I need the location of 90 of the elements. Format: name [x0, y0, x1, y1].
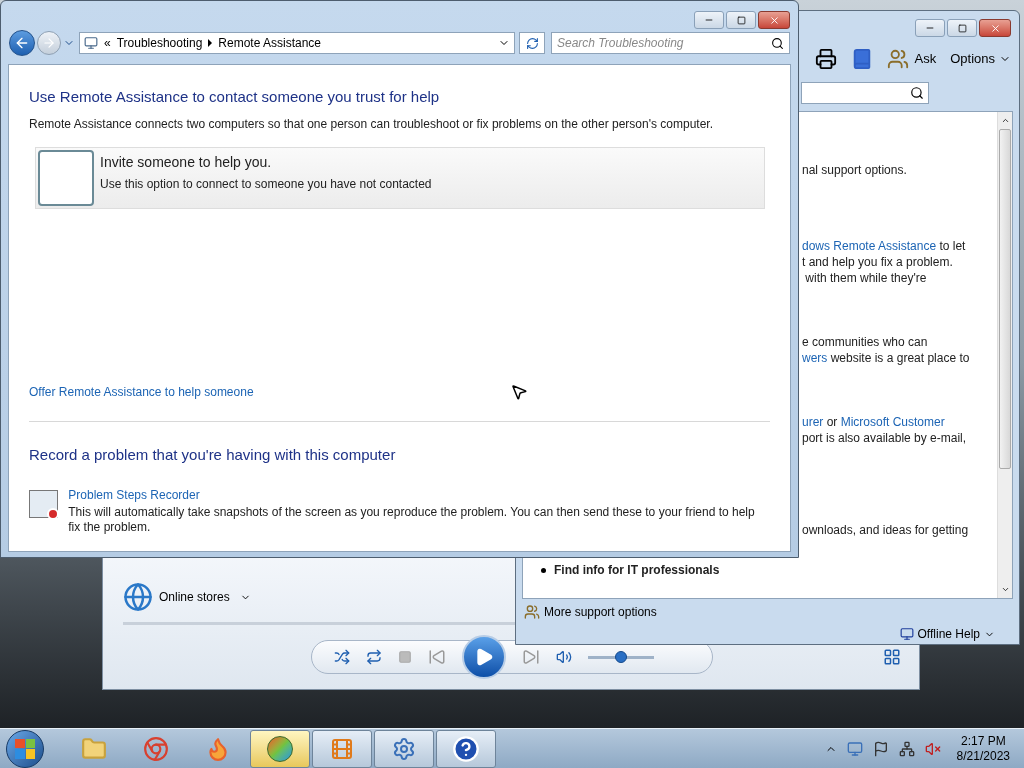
taskbar-app-button[interactable]: [312, 729, 372, 768]
bullet-icon: [541, 567, 546, 573]
breadcrumb-item[interactable]: Remote Assistance: [218, 34, 322, 52]
browser-icon: [143, 735, 169, 762]
help-text: ownloads, and ideas for getting: [802, 522, 969, 538]
offer-assistance-link[interactable]: Offer Remote Assistance to help someone: [29, 382, 254, 401]
help-link[interactable]: dows Remote Assistance: [802, 238, 937, 254]
notification-icon[interactable]: [846, 740, 863, 757]
help-link[interactable]: urer: [802, 414, 824, 430]
search-icon: [910, 86, 924, 100]
option-subtitle: Use this option to connect to someone you have not contacted: [100, 175, 432, 193]
help-text: Find info for IT professionals: [554, 562, 720, 578]
folder-icon: [81, 735, 107, 762]
help-text: t and help you fix a problem.: [802, 254, 953, 270]
close-button[interactable]: [758, 11, 790, 29]
scroll-thumb[interactable]: [999, 129, 1011, 469]
people-icon[interactable]: [886, 48, 909, 70]
section-heading: Use Remote Assistance to contact someone you trust for help: [29, 87, 441, 107]
previous-icon[interactable]: [428, 648, 446, 666]
globe-icon: [123, 582, 153, 612]
refresh-button[interactable]: [519, 32, 545, 54]
recorder-icon: [29, 490, 59, 518]
printer-icon[interactable]: [814, 48, 837, 70]
network-icon[interactable]: [898, 740, 915, 757]
scroll-down-icon[interactable]: [1000, 585, 1010, 594]
action-center-flag-icon[interactable]: [872, 740, 889, 757]
search-icon: [771, 36, 784, 50]
help-text: e communities who can: [802, 334, 928, 350]
breadcrumb-item[interactable]: Troubleshooting: [116, 34, 203, 52]
close-icon: [989, 22, 1001, 34]
help-text: with them while they're: [804, 270, 927, 286]
minimize-button[interactable]: [694, 11, 724, 29]
play-icon: [474, 647, 494, 667]
help-text: or: [825, 414, 839, 430]
back-button[interactable]: [9, 30, 35, 56]
search-input[interactable]: Search Troubleshooting: [557, 34, 771, 52]
help-link[interactable]: wers: [802, 350, 828, 366]
taskbar-app-button[interactable]: [250, 729, 310, 768]
close-button[interactable]: [979, 19, 1011, 37]
ask-button[interactable]: Ask: [914, 49, 937, 69]
volume-icon[interactable]: [556, 649, 572, 665]
next-icon[interactable]: [522, 648, 540, 666]
breadcrumb-arrow-icon[interactable]: [208, 39, 213, 47]
section-heading: Record a problem that you're having with this computer: [29, 444, 397, 465]
offline-help-button[interactable]: Offline Help: [899, 625, 995, 643]
repeat-icon[interactable]: [366, 649, 382, 665]
scroll-up-icon[interactable]: [1000, 116, 1010, 125]
description-text: Remote Assistance connects two computers so that one person can troubleshoot or fix problems on the other person's computer.: [29, 115, 714, 133]
option-title: Invite someone to help you.: [100, 152, 273, 172]
taskbar-app-button[interactable]: [374, 729, 434, 768]
search-field[interactable]: Search Troubleshooting: [551, 32, 790, 54]
people-icon: [524, 604, 540, 620]
help-text: website is a great place to: [829, 350, 970, 366]
taskbar-app-button[interactable]: [436, 729, 496, 768]
help-text: to let: [938, 238, 966, 254]
switch-view-icon[interactable]: [883, 648, 901, 666]
options-button[interactable]: Options: [950, 49, 1011, 69]
refresh-icon: [525, 36, 539, 50]
option-icon-frame: [38, 149, 94, 206]
help-text: port is also available by e-mail,: [802, 430, 967, 446]
maximize-button[interactable]: [726, 11, 756, 29]
clock[interactable]: 2:17 PM 8/21/2023: [956, 733, 1010, 764]
shuffle-icon[interactable]: [334, 649, 350, 665]
forward-icon: [42, 36, 56, 50]
media-player-icon: [330, 736, 354, 761]
problem-steps-recorder-link[interactable]: Problem Steps Recorder: [68, 486, 200, 504]
more-support-link[interactable]: More support options: [544, 603, 657, 621]
scrollbar[interactable]: [997, 112, 1012, 598]
mouse-pointer-icon: [510, 383, 528, 401]
help-link[interactable]: Microsoft Customer: [840, 414, 945, 430]
online-stores-button[interactable]: Online stores: [159, 588, 251, 606]
help-icon: [452, 734, 480, 763]
tool-description: This will automatically take snapshots of the screen as you reproduce the problem. You can then send these to your friend to help fix the problem.: [68, 505, 756, 535]
search-field[interactable]: [801, 82, 929, 104]
close-icon: [768, 14, 780, 26]
maximize-icon: [736, 15, 746, 25]
maximize-button[interactable]: [947, 19, 977, 37]
minimize-button[interactable]: [915, 19, 945, 37]
volume-muted-icon[interactable]: [924, 740, 941, 757]
invite-option[interactable]: Invite someone to help you. Use this option to connect to someone you have not contacted: [35, 146, 765, 209]
breadcrumb-prefix[interactable]: «: [104, 34, 111, 52]
forward-button[interactable]: [37, 31, 61, 55]
maximize-icon: [957, 23, 967, 33]
help-text: nal support options.: [802, 162, 907, 178]
back-icon: [14, 35, 30, 51]
volume-thumb[interactable]: [615, 650, 627, 663]
start-button[interactable]: [6, 729, 44, 768]
monitor-icon: [899, 627, 914, 641]
address-bar[interactable]: « Troubleshooting Remote Assistance: [79, 32, 515, 54]
play-button[interactable]: [462, 635, 506, 679]
